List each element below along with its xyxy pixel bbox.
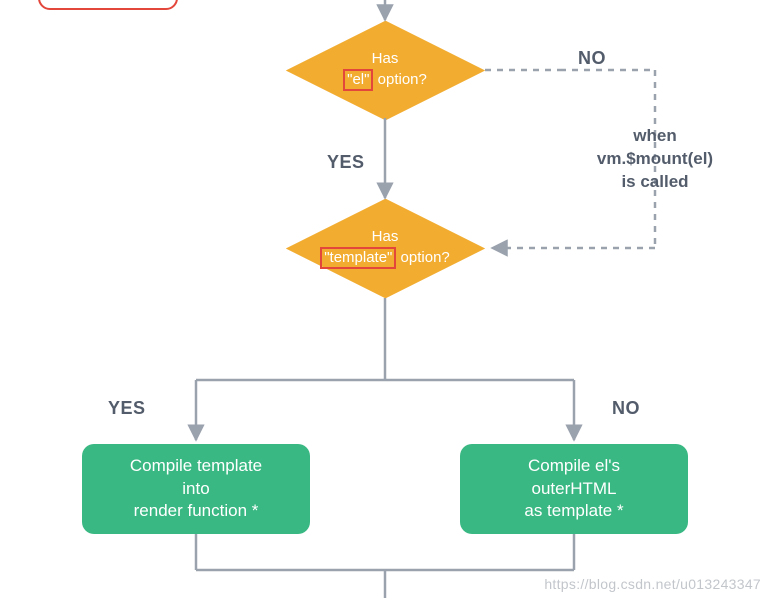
note-line2: vm.$mount(el) xyxy=(555,148,755,171)
note-line3: is called xyxy=(555,171,755,194)
terminal-right-l2: outerHTML xyxy=(531,478,616,501)
terminal-compile-template: Compile template into render function * xyxy=(82,444,310,534)
label-el-no: NO xyxy=(578,48,606,69)
terminal-left-l3: render function * xyxy=(134,500,259,523)
decision-has-template-line2: "template" option? xyxy=(320,247,450,269)
highlight-el-keyword: "el" xyxy=(343,69,373,91)
watermark-text: https://blog.csdn.net/u013243347 xyxy=(544,576,761,592)
decision-has-template-line1: Has xyxy=(372,227,399,247)
decision-has-el-line1: Has xyxy=(372,49,399,69)
label-template-yes: YES xyxy=(108,398,146,419)
note-line1: when xyxy=(555,125,755,148)
terminal-compile-el-outerhtml: Compile el's outerHTML as template * xyxy=(460,444,688,534)
decision-has-template-after: option? xyxy=(396,249,449,266)
terminal-right-l3: as template * xyxy=(524,500,623,523)
terminal-left-l2: into xyxy=(182,478,209,501)
decision-has-el-after: option? xyxy=(373,71,426,88)
decision-has-el-line2: "el" option? xyxy=(343,69,427,91)
label-template-no: NO xyxy=(612,398,640,419)
terminal-left-l1: Compile template xyxy=(130,455,262,478)
terminal-right-l1: Compile el's xyxy=(528,455,620,478)
cropped-pill-outline xyxy=(38,0,178,10)
label-el-yes: YES xyxy=(327,152,365,173)
decision-has-template: Has "template" option? xyxy=(285,198,485,298)
note-when-mount-called: when vm.$mount(el) is called xyxy=(555,125,755,194)
decision-has-el: Has "el" option? xyxy=(285,20,485,120)
highlight-template-keyword: "template" xyxy=(320,247,396,269)
